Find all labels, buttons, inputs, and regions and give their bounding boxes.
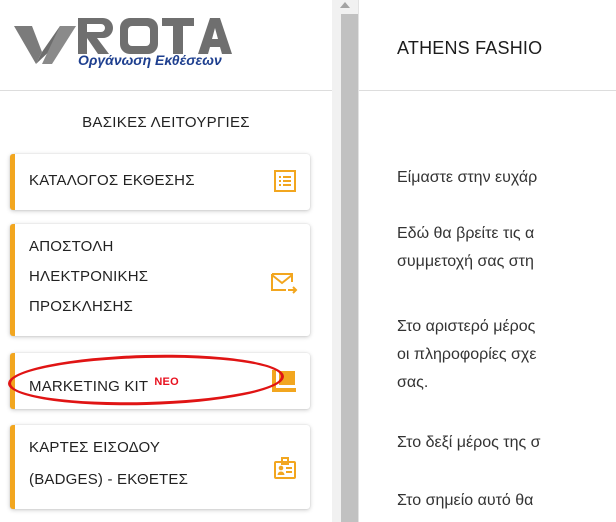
sidebar-item-label: ΚΑΡΤΕΣ ΕΙΣΟΔΟΥ [29,439,161,456]
page-title: ATHENS FASHIO [397,38,543,58]
mail-send-icon [270,270,298,301]
paragraph-line: οι πληροφορίες σχε [397,346,537,363]
sidebar: Οργάνωση Εκθέσεων ΒΑΣΙΚΕΣ ΛΕΙΤΟΥΡΓΙΕΣ ΚΑ… [0,0,332,522]
list-icon [272,168,298,199]
section-title: ΒΑΣΙΚΕΣ ΛΕΙΤΟΥΡΓΙΕΣ [82,114,250,131]
scrollbar-thumb[interactable] [341,14,358,522]
rota-logo[interactable]: Οργάνωση Εκθέσεων [12,12,242,72]
paragraph-line: συμμετοχή σας στη [397,253,534,270]
logo-tagline: Οργάνωση Εκθέσεων [78,52,222,68]
sidebar-item-label: ΠΡΟΣΚΛΗΣΗΣ [29,298,134,315]
sidebar-item-label: ΗΛΕΚΤΡΟΝΙΚΗΣ [29,268,149,285]
paragraph-line: Εδώ θα βρείτε τις α [397,225,535,242]
paragraph-welcome: Είμαστε στην ευχάρ [397,169,538,186]
sidebar-item-label: ΚΑΤΑΛΟΓΟΣ ΕΚΘΕΣΗΣ [29,172,195,189]
paragraph-line: Στο σημείο αυτό θα [397,492,534,509]
logo-divider [0,90,332,91]
paragraph-line: σας. [397,374,429,391]
paragraph-line: Στο δεξί μέρος της σ [397,434,541,451]
badge-icon [272,455,298,486]
sidebar-item-send-invitation[interactable]: ΑΠΟΣΤΟΛΗ ΗΛΕΚΤΡΟΝΙΚΗΣ ΠΡΟΣΚΛΗΣΗΣ [10,224,310,336]
sidebar-item-label: (BADGES) - ΕΚΘΕΤΕΣ [29,471,189,488]
scroll-up-arrow-icon[interactable] [340,2,350,8]
sidebar-item-exhibition-catalog[interactable]: ΚΑΤΑΛΟΓΟΣ ΕΚΘΕΣΗΣ [10,154,310,210]
sidebar-item-label: ΑΠΟΣΤΟΛΗ [29,238,114,255]
top-bar: ATHENS FASHIO [359,0,616,91]
sidebar-item-entry-badges[interactable]: ΚΑΡΤΕΣ ΕΙΣΟΔΟΥ (BADGES) - ΕΚΘΕΤΕΣ [10,425,310,509]
paragraph-line: Στο αριστερό μέρος [397,318,536,335]
main-content: Είμαστε στην ευχάρ Εδώ θα βρείτε τις α σ… [359,91,616,522]
